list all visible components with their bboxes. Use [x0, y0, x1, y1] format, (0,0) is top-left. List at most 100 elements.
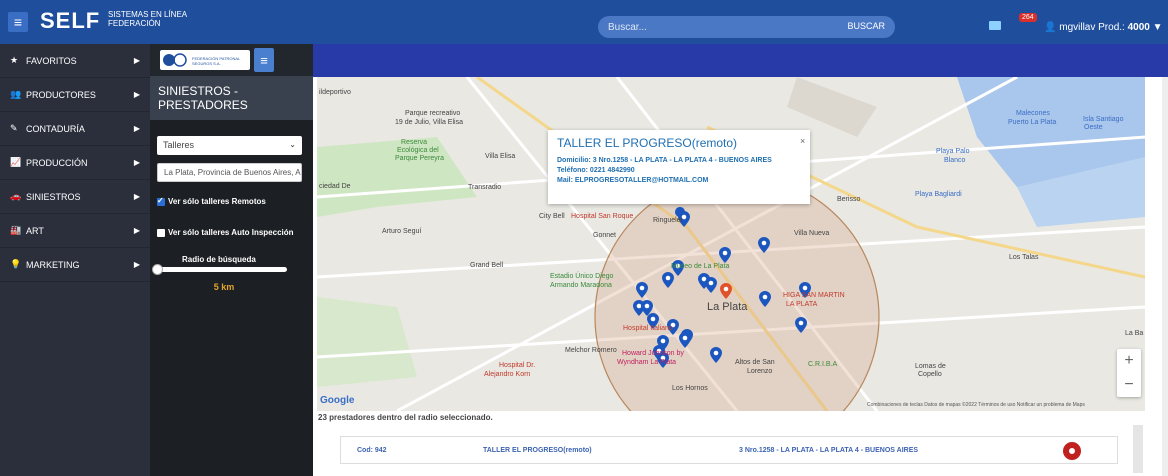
sidebar-item-productores[interactable]: 👥 PRODUCTORES ▶ [0, 78, 150, 112]
map-label: Parque recreativo [405, 110, 461, 117]
map-label: ciedad De [319, 183, 351, 190]
chevron-right-icon: ▶ [133, 158, 140, 167]
sidebar-item-label: CONTADURÍA [26, 123, 85, 134]
user-name: mgvillav [1059, 22, 1096, 33]
sidebar-item-label: PRODUCCIÓN [26, 157, 88, 168]
map-label: Playa Palo [936, 148, 970, 155]
remote-checkbox-row[interactable]: Ver sólo talleres Remotos [157, 196, 266, 206]
sidebar-item-art[interactable]: 🏭 ART ▶ [0, 214, 150, 248]
logo-text2: SEGUROS S.A. [192, 61, 221, 66]
row-cod: Cod: 942 [357, 447, 387, 454]
map-label: Villa Elisa [485, 153, 516, 160]
map-label: Puerto La Plata [1008, 119, 1057, 126]
remote-checkbox-label: Ver sólo talleres Remotos [168, 197, 266, 206]
row-address: 3 Nro.1258 - LA PLATA - LA PLATA 4 - BUE… [739, 447, 919, 454]
remote-checkbox[interactable] [157, 196, 165, 206]
map-label: Copello [918, 371, 942, 378]
search-button[interactable]: BUSCAR [847, 21, 885, 31]
address-input[interactable]: La Plata, Provincia de Buenos Aires, A [157, 163, 302, 182]
search-box: BUSCAR [598, 16, 895, 38]
map-label: Melchor Romero [565, 347, 617, 354]
zoom-in-button[interactable]: + [1117, 349, 1141, 373]
map-label: Ecológica del [397, 147, 439, 154]
map-marker-icon[interactable] [705, 277, 717, 293]
info-mail: Mail: ELPROGRESOTALLER@HOTMAIL.COM [557, 177, 709, 184]
row-name: TALLER EL PROGRESO(remoto) [483, 447, 592, 454]
chevron-right-icon: ▶ [133, 56, 140, 65]
info-domicilio: Domicilio: 3 Nro.1258 - LA PLATA - LA PL… [557, 157, 772, 164]
map-marker-icon[interactable] [679, 332, 691, 348]
user-menu[interactable]: 👤 mgvillav Prod.: 4000 ▼ [1044, 22, 1163, 33]
sidebar-item-label: FAVORITOS [26, 55, 77, 66]
map-label: Howard Johnson by [622, 350, 684, 357]
hamburger-icon[interactable]: ≡ [8, 12, 28, 32]
map-pin-icon[interactable] [1063, 442, 1081, 460]
sidebar-item-contaduria[interactable]: ✎ CONTADURÍA ▶ [0, 112, 150, 146]
map-label: Hospital Dr. [499, 362, 536, 369]
map-label: Parque Pereyra [395, 155, 445, 162]
sidebar-item-produccion[interactable]: 📈 PRODUCCIÓN ▶ [0, 146, 150, 180]
map-label: HIGA SAN MARTIN [783, 292, 845, 299]
panel-menu-button[interactable]: ≡ [254, 48, 274, 72]
map-label: 19 de Julio, Villa Elisa [395, 119, 463, 126]
provider-type-select[interactable]: Talleres ⌄ [157, 136, 302, 155]
federacion-logo: FEDERACIÓN PATRONAL SEGUROS S.A. [160, 50, 250, 70]
sidebar-item-favoritos[interactable]: ★ FAVORITOS ▶ [0, 44, 150, 78]
panel-header: FEDERACIÓN PATRONAL SEGUROS S.A. ≡ [150, 44, 313, 76]
map-footer[interactable]: Combinaciones de teclas Datos de mapas ©… [867, 402, 1085, 408]
sidebar: ★ FAVORITOS ▶ 👥 PRODUCTORES ▶ ✎ CONTADURÍA ▶ 📈… [0, 44, 150, 476]
mail-icon[interactable] [989, 21, 1001, 30]
logo-circles-icon [163, 53, 187, 67]
map-label: Hospital Italiano [623, 325, 673, 332]
map-label: La Ba [1125, 330, 1144, 337]
close-icon[interactable]: × [800, 136, 805, 146]
results-summary: 23 prestadores dentro del radio seleccio… [318, 413, 493, 422]
auto-checkbox-row[interactable]: Ver sólo talleres Auto Inspección [157, 228, 294, 237]
zoom-out-button[interactable]: − [1117, 373, 1141, 397]
results-scrollbar[interactable] [1133, 425, 1143, 473]
auto-checkbox[interactable] [157, 228, 165, 237]
select-value: Talleres [163, 140, 195, 150]
zoom-controls: + − [1117, 349, 1141, 397]
table-row[interactable]: Cod: 942 TALLER EL PROGRESO(remoto) 3 Nr… [340, 436, 1118, 464]
brand-subtitle: SISTEMAS EN LÍNEA FEDERACIÓN [108, 10, 187, 28]
radius-slider-handle[interactable] [152, 264, 163, 275]
map-label: Estadio Único Diego [550, 273, 614, 280]
map-label: Malecones [1016, 110, 1050, 117]
map-marker-icon[interactable] [759, 291, 771, 307]
car-icon: 🚗 [10, 191, 22, 201]
map-label: Playa Bagliardi [915, 191, 962, 198]
content-topbar [313, 44, 1168, 77]
map-marker-icon[interactable] [795, 317, 807, 333]
map-marker-icon[interactable] [636, 282, 648, 298]
brand-sub1: SISTEMAS EN LÍNEA [108, 10, 188, 19]
map-label: Alejandro Korn [484, 371, 531, 378]
page-scrollbar[interactable] [1162, 77, 1168, 476]
map-marker-icon[interactable] [758, 237, 770, 253]
search-input[interactable] [608, 20, 828, 34]
user-icon: 👤 [1044, 22, 1057, 33]
chevron-right-icon: ▶ [133, 226, 140, 235]
map-label: Lorenzo [747, 368, 773, 375]
chevron-right-icon: ▶ [133, 90, 140, 99]
radius-value: 5 km [167, 279, 281, 296]
user-code: 4000 [1127, 22, 1150, 33]
map-label: La Plata [707, 301, 748, 313]
map-marker-icon[interactable] [662, 272, 674, 288]
map-marker-icon[interactable] [710, 347, 722, 363]
radius-slider[interactable] [157, 267, 287, 272]
map-label: City Bell [539, 213, 565, 220]
notification-badge[interactable]: 264 [1019, 13, 1037, 22]
map-label: C.R.I.B.A [808, 361, 838, 368]
brand-sub2: FEDERACIÓN [108, 19, 161, 28]
sidebar-item-siniestros[interactable]: 🚗 SINIESTROS ▶ [0, 180, 150, 214]
pencil-icon: ✎ [10, 123, 18, 133]
center-marker-icon[interactable] [720, 283, 732, 299]
sidebar-item-label: SINIESTROS [26, 191, 81, 202]
map-label: Museo de La Plata [671, 263, 730, 270]
map-label: Gonnet [593, 232, 616, 239]
chevron-down-icon: ⌄ [289, 140, 296, 149]
map-marker-icon[interactable] [719, 247, 731, 263]
sidebar-item-marketing[interactable]: 💡 MARKETING ▶ [0, 248, 150, 282]
map[interactable]: ildeportivo Parque recreativo 19 de Juli… [317, 77, 1145, 411]
